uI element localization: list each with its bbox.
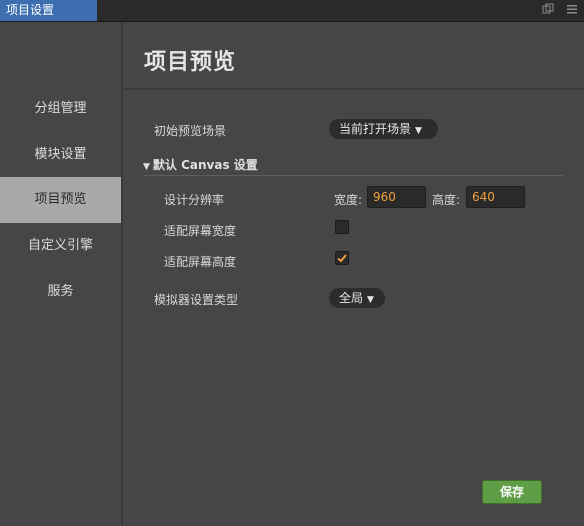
- width-input[interactable]: 960: [367, 186, 426, 208]
- initial-scene-dropdown[interactable]: 当前打开场景 ▼: [329, 119, 438, 139]
- sidebar-item-project-preview[interactable]: 项目预览: [0, 177, 121, 223]
- height-label: 高度:: [432, 193, 461, 207]
- title-divider: [123, 88, 584, 90]
- simulator-type-dropdown[interactable]: 全局 ▼: [329, 288, 385, 308]
- sidebar-item-custom-engine[interactable]: 自定义引擎: [0, 223, 121, 269]
- sidebar-item-group-management[interactable]: 分组管理: [0, 86, 121, 132]
- sidebar-item-module-settings[interactable]: 模块设置: [0, 132, 121, 178]
- width-label: 宽度:: [334, 193, 363, 207]
- menu-icon[interactable]: [565, 3, 579, 17]
- caret-down-icon: ▼: [367, 295, 374, 305]
- initial-scene-label: 初始预览场景: [154, 124, 227, 138]
- canvas-section-header[interactable]: ▼ 默认 Canvas 设置: [143, 156, 258, 173]
- fit-width-label: 适配屏幕宽度: [164, 224, 237, 238]
- page-title: 项目预览: [144, 50, 237, 75]
- initial-scene-value: 当前打开场景: [339, 122, 412, 136]
- fit-height-label: 适配屏幕高度: [164, 255, 237, 269]
- caret-down-icon: ▼: [415, 126, 422, 136]
- simulator-type-value: 全局: [339, 291, 364, 305]
- window-tab[interactable]: 项目设置: [0, 0, 97, 21]
- fit-width-checkbox[interactable]: [335, 220, 349, 234]
- sidebar-item-services[interactable]: 服务: [0, 269, 121, 315]
- simulator-type-label: 模拟器设置类型: [154, 293, 239, 307]
- height-input[interactable]: 640: [466, 186, 525, 208]
- section-divider: [143, 175, 563, 176]
- save-button[interactable]: 保存: [482, 480, 542, 504]
- canvas-section-title: 默认 Canvas 设置: [152, 158, 258, 172]
- section-collapse-icon: ▼: [143, 162, 150, 172]
- main-panel: 项目预览 初始预览场景 当前打开场景 ▼ ▼ 默认 Canvas 设置 设计分辨率 …: [123, 22, 584, 526]
- fit-height-checkbox[interactable]: [335, 251, 349, 265]
- design-resolution-label: 设计分辨率: [164, 193, 225, 207]
- checkmark-icon: [337, 254, 347, 263]
- popout-icon[interactable]: [541, 3, 555, 17]
- sidebar: 分组管理 模块设置 项目预览 自定义引擎 服务: [0, 22, 123, 526]
- title-bar: 项目设置: [0, 0, 584, 22]
